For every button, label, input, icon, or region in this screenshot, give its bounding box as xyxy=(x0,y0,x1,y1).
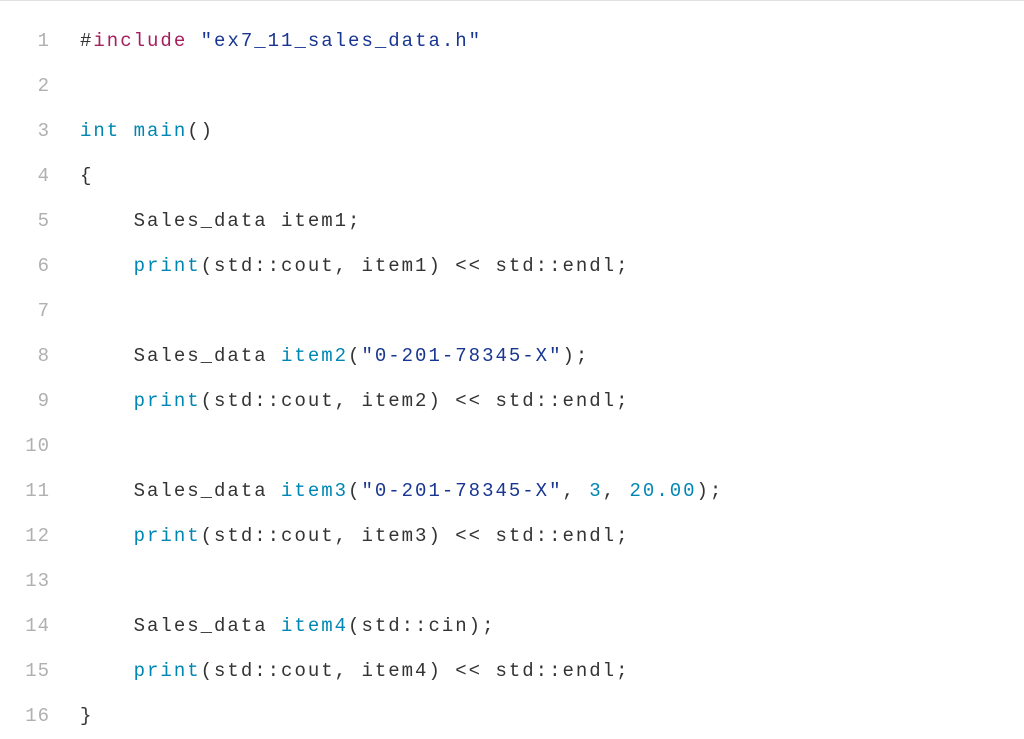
line-number: 8 xyxy=(0,342,80,371)
line-number: 13 xyxy=(0,567,80,596)
code-token: item4 xyxy=(281,615,348,637)
code-token: 20.00 xyxy=(630,480,697,502)
code-content: print(std::cout, item1) << std::endl; xyxy=(80,252,629,281)
code-token: include xyxy=(93,30,187,52)
code-token: { xyxy=(80,165,93,187)
line-number: 10 xyxy=(0,432,80,461)
code-line: 9 print(std::cout, item2) << std::endl; xyxy=(0,379,1024,424)
code-line: 6 print(std::cout, item1) << std::endl; xyxy=(0,244,1024,289)
code-token xyxy=(120,120,133,142)
code-token: "ex7_11_sales_data.h" xyxy=(201,30,482,52)
line-number: 9 xyxy=(0,387,80,416)
code-token: 3 xyxy=(589,480,602,502)
code-content: Sales_data item3("0-201-78345-X", 3, 20.… xyxy=(80,477,723,506)
code-content: print(std::cout, item2) << std::endl; xyxy=(80,387,629,416)
code-line: 8 Sales_data item2("0-201-78345-X"); xyxy=(0,334,1024,379)
code-token: "0-201-78345-X" xyxy=(361,480,562,502)
code-token: ( xyxy=(348,345,361,367)
code-token: "0-201-78345-X" xyxy=(361,345,562,367)
code-line: 10 xyxy=(0,424,1024,469)
code-content: Sales_data item1; xyxy=(80,207,361,236)
code-token: int xyxy=(80,120,120,142)
code-line: 12 print(std::cout, item3) << std::endl; xyxy=(0,514,1024,559)
code-content: print(std::cout, item4) << std::endl; xyxy=(80,657,629,686)
code-editor: 1#include "ex7_11_sales_data.h"23int mai… xyxy=(0,0,1024,739)
code-line: 5 Sales_data item1; xyxy=(0,199,1024,244)
code-token: Sales_data xyxy=(134,480,281,502)
code-token xyxy=(187,30,200,52)
code-line: 13 xyxy=(0,559,1024,604)
line-number: 2 xyxy=(0,72,80,101)
line-number: 12 xyxy=(0,522,80,551)
code-line: 7 xyxy=(0,289,1024,334)
code-token: print xyxy=(134,390,201,412)
code-token: ( xyxy=(348,480,361,502)
line-number: 3 xyxy=(0,117,80,146)
code-line: 14 Sales_data item4(std::cin); xyxy=(0,604,1024,649)
code-token: } xyxy=(80,705,93,727)
code-token: Sales_data xyxy=(134,615,281,637)
line-number: 5 xyxy=(0,207,80,236)
code-token: ); xyxy=(697,480,724,502)
line-number: 1 xyxy=(0,27,80,56)
code-token: , xyxy=(562,480,589,502)
code-token: (std::cout, item4) << std::endl; xyxy=(201,660,630,682)
code-token: print xyxy=(134,660,201,682)
code-token: # xyxy=(80,30,93,52)
code-token: , xyxy=(603,480,630,502)
code-token: (std::cout, item3) << std::endl; xyxy=(201,525,630,547)
code-content: Sales_data item2("0-201-78345-X"); xyxy=(80,342,589,371)
line-number: 14 xyxy=(0,612,80,641)
code-content: } xyxy=(80,702,93,731)
code-token: (std::cout, item2) << std::endl; xyxy=(201,390,630,412)
code-token: item3 xyxy=(281,480,348,502)
code-line: 3int main() xyxy=(0,109,1024,154)
line-number: 6 xyxy=(0,252,80,281)
line-number: 11 xyxy=(0,477,80,506)
code-token: (std::cin); xyxy=(348,615,495,637)
code-token: () xyxy=(187,120,214,142)
line-number: 16 xyxy=(0,702,80,731)
code-token: item2 xyxy=(281,345,348,367)
code-content: #include "ex7_11_sales_data.h" xyxy=(80,27,482,56)
code-line: 2 xyxy=(0,64,1024,109)
code-line: 1#include "ex7_11_sales_data.h" xyxy=(0,19,1024,64)
code-line: 16} xyxy=(0,694,1024,739)
code-token: Sales_data xyxy=(134,345,281,367)
code-content: { xyxy=(80,162,93,191)
code-content: print(std::cout, item3) << std::endl; xyxy=(80,522,629,551)
code-line: 15 print(std::cout, item4) << std::endl; xyxy=(0,649,1024,694)
code-token: print xyxy=(134,255,201,277)
code-content: Sales_data item4(std::cin); xyxy=(80,612,495,641)
line-number: 7 xyxy=(0,297,80,326)
line-number: 4 xyxy=(0,162,80,191)
code-token: (std::cout, item1) << std::endl; xyxy=(201,255,630,277)
code-line: 4{ xyxy=(0,154,1024,199)
line-number: 15 xyxy=(0,657,80,686)
code-token: Sales_data item1; xyxy=(134,210,362,232)
code-content: int main() xyxy=(80,117,214,146)
code-line: 11 Sales_data item3("0-201-78345-X", 3, … xyxy=(0,469,1024,514)
code-token: ); xyxy=(562,345,589,367)
code-token: main xyxy=(134,120,188,142)
code-token: print xyxy=(134,525,201,547)
